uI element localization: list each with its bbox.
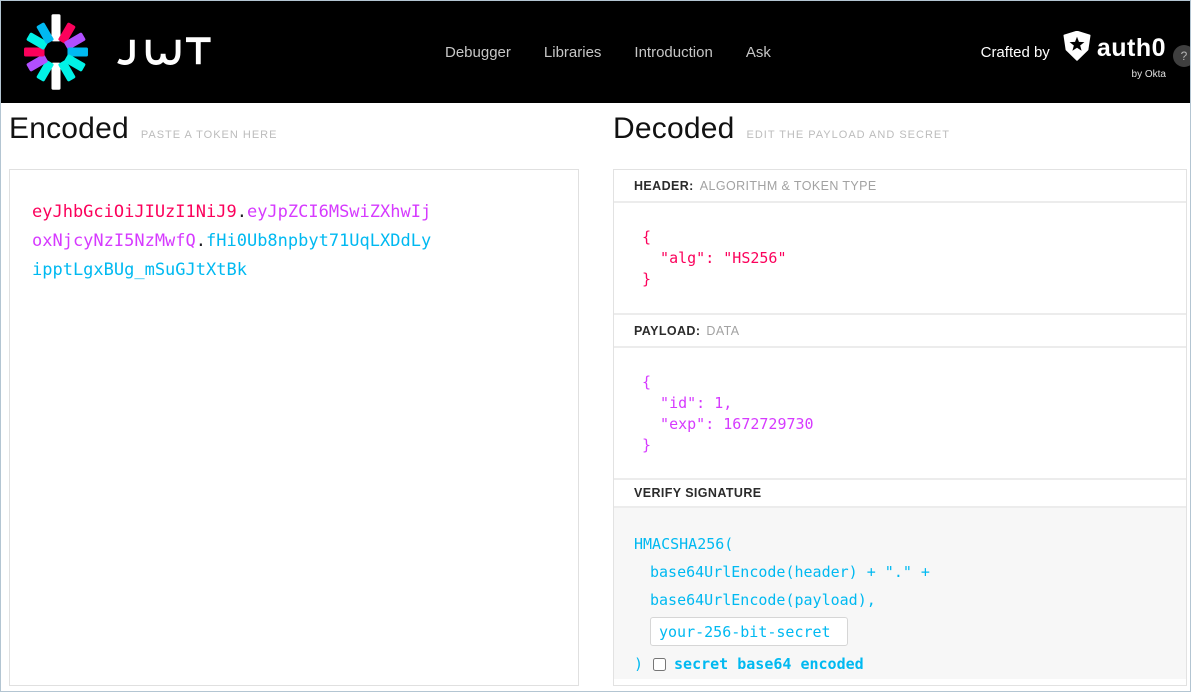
auth0-shield-icon <box>1062 30 1092 66</box>
verify-signature-label-row: VERIFY SIGNATURE <box>614 480 1186 508</box>
header-section-label-row: HEADER: ALGORITHM & TOKEN TYPE <box>614 170 1186 203</box>
header-json-editor[interactable]: { "alg": "HS256" } <box>614 203 1186 290</box>
jwt-wordmark-icon <box>113 36 215 68</box>
decoded-heading: Decoded EDIT THE PAYLOAD AND SECRET <box>613 112 950 146</box>
jwt-pinwheel-icon <box>15 7 97 97</box>
encoded-title: Encoded <box>9 112 129 145</box>
nav-item-ask[interactable]: Ask <box>746 44 771 61</box>
signature-code-line-2: base64UrlEncode(header) + "." + <box>650 563 930 581</box>
payload-json-editor[interactable]: { "id": 1, "exp": 1672729730 } <box>614 348 1186 456</box>
header-sublabel: ALGORITHM & TOKEN TYPE <box>699 178 877 193</box>
by-okta-label: by Okta <box>1131 68 1166 80</box>
auth0-logo-link[interactable]: auth0 by Okta <box>1062 30 1166 80</box>
decoded-panel: HEADER: ALGORITHM & TOKEN TYPE { "alg": … <box>613 169 1187 686</box>
top-navigation-bar: Debugger Libraries Introduction Ask Craf… <box>1 1 1190 103</box>
token-separator-dot: . <box>195 231 207 251</box>
secret-base64-checkbox[interactable] <box>653 657 667 671</box>
signature-close-paren: ) <box>634 655 644 673</box>
question-mark-icon: ? <box>1180 49 1188 63</box>
crafted-by-label: Crafted by <box>980 43 1050 61</box>
payload-section-label-row: PAYLOAD: DATA <box>614 315 1186 348</box>
jwt-logo[interactable] <box>15 7 215 97</box>
decoded-subtitle: EDIT THE PAYLOAD AND SECRET <box>746 129 950 141</box>
nav-item-debugger[interactable]: Debugger <box>445 44 511 61</box>
payload-sublabel: DATA <box>706 323 740 338</box>
secret-base64-label[interactable]: secret base64 encoded <box>674 655 864 673</box>
secret-base64-row: ) secret base64 encoded <box>634 655 1186 673</box>
verify-signature-section: HMACSHA256( base64UrlEncode(header) + ".… <box>614 508 1186 679</box>
header-json-section: { "alg": "HS256" } <box>614 203 1186 315</box>
encoded-token-panel: eyJhbGciOiJIUzI1NiJ9.eyJpZCI6MSwiZXhwIjo… <box>9 169 579 686</box>
encoded-heading: Encoded PASTE A TOKEN HERE <box>9 112 277 146</box>
payload-json-section: { "id": 1, "exp": 1672729730 } <box>614 348 1186 480</box>
verify-signature-label: VERIFY SIGNATURE <box>634 486 762 500</box>
token-header-part: eyJhbGciOiJIUzI1NiJ9 <box>32 202 237 222</box>
auth0-wordmark: auth0 <box>1096 33 1166 62</box>
crafted-by-block: Crafted by auth0 by Okta <box>981 1 1166 103</box>
signature-code-line-1: HMACSHA256( <box>634 535 734 553</box>
nav-item-introduction[interactable]: Introduction <box>634 44 712 61</box>
nav-item-libraries[interactable]: Libraries <box>544 44 602 61</box>
encoded-token-editor[interactable]: eyJhbGciOiJIUzI1NiJ9.eyJpZCI6MSwiZXhwIjo… <box>32 198 436 285</box>
secret-input[interactable] <box>650 617 848 646</box>
header-label: HEADER: <box>634 178 694 193</box>
decoded-title: Decoded <box>613 112 735 145</box>
main-nav: Debugger Libraries Introduction Ask <box>445 1 771 103</box>
jwt-debugger-page: Debugger Libraries Introduction Ask Craf… <box>0 0 1191 692</box>
signature-code-line-3: base64UrlEncode(payload), <box>650 591 876 609</box>
token-separator-dot: . <box>236 202 247 222</box>
encoded-subtitle: PASTE A TOKEN HERE <box>140 129 278 141</box>
payload-label: PAYLOAD: <box>634 323 701 338</box>
help-button[interactable]: ? <box>1173 45 1190 67</box>
